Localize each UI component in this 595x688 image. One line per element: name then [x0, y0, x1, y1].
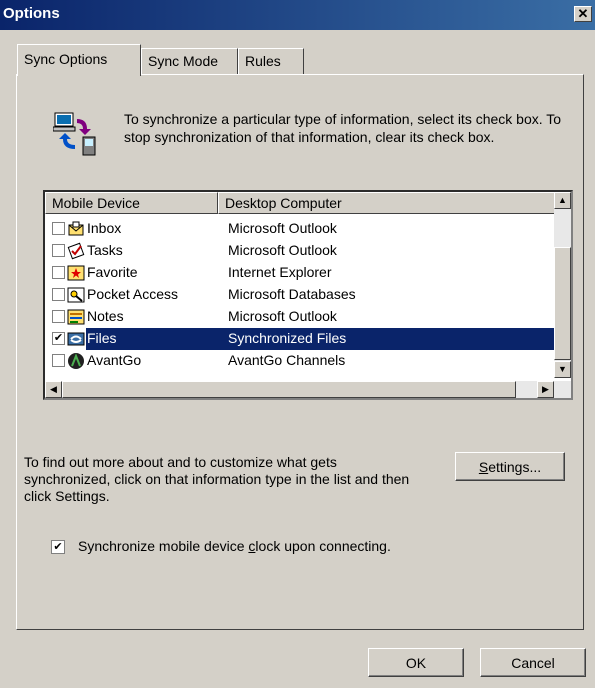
desktop-name: Internet Explorer [228, 264, 332, 280]
sync-icon [53, 112, 96, 156]
clock-sync-checkbox[interactable]: ✔ [51, 540, 65, 554]
avantgo-icon [68, 353, 84, 369]
checkbox[interactable] [52, 310, 65, 323]
desktop-name: Microsoft Databases [228, 286, 356, 302]
cancel-button[interactable]: Cancel [480, 648, 586, 677]
scroll-up-button[interactable]: ▲ [554, 192, 571, 209]
horizontal-scrollbar[interactable]: ◀ ▶ [45, 381, 571, 398]
vertical-scroll-thumb[interactable] [554, 247, 571, 360]
checkbox[interactable] [52, 222, 65, 235]
desktop-name: Synchronized Files [228, 330, 347, 346]
favorite-icon [67, 265, 85, 281]
list-item-favorite[interactable]: Favorite Internet Explorer [45, 262, 555, 284]
clock-label-before: Synchronize mobile device [78, 538, 249, 554]
settings-mnemonic: S [478, 458, 489, 475]
clock-label-after: lock upon connecting. [255, 538, 391, 554]
tasks-icon [67, 242, 85, 260]
device-name: AvantGo [87, 352, 142, 368]
list-item-tasks[interactable]: Tasks Microsoft Outlook [45, 240, 555, 262]
clock-sync-label: Synchronize mobile device clock upon con… [78, 538, 391, 554]
vertical-scrollbar[interactable]: ▲ ▼ [554, 192, 571, 378]
tab-sync-options[interactable]: Sync Options [17, 44, 141, 76]
tab-rules[interactable]: Rules [238, 48, 304, 74]
list-item-pocket-access[interactable]: Pocket Access Microsoft Databases [45, 284, 555, 306]
settings-label-rest: ettings... [488, 458, 542, 475]
desktop-name: Microsoft Outlook [228, 242, 337, 258]
column-header-desktop-computer[interactable]: Desktop Computer [218, 192, 555, 214]
arrow-down-icon: ▼ [558, 364, 567, 374]
settings-button[interactable]: Settings... [455, 452, 565, 481]
list-item-files[interactable]: ✔ Files Synchronized Files [45, 328, 555, 350]
arrow-left-icon: ◀ [50, 384, 57, 394]
device-name: Tasks [87, 242, 123, 258]
checkbox[interactable] [52, 244, 65, 257]
desktop-name: AvantGo Channels [228, 352, 346, 368]
sync-type-list[interactable]: Mobile Device Desktop Computer Inbox Mic… [43, 190, 573, 400]
window-title: Options [3, 5, 60, 22]
intro-text: To synchronize a particular type of info… [124, 111, 562, 145]
checkbox[interactable]: ✔ [52, 332, 65, 345]
pocket-access-icon [67, 287, 85, 303]
arrow-up-icon: ▲ [558, 195, 567, 205]
device-name: Favorite [87, 264, 138, 280]
device-name: Notes [87, 308, 124, 324]
device-name: Inbox [87, 220, 122, 236]
checkbox[interactable] [52, 266, 65, 279]
column-header-mobile-device[interactable]: Mobile Device [45, 192, 218, 214]
device-name: Pocket Access [87, 286, 179, 302]
inbox-icon [68, 221, 84, 236]
scroll-right-button[interactable]: ▶ [537, 381, 554, 398]
scroll-left-button[interactable]: ◀ [45, 381, 62, 398]
info-text: To find out more about and to customize … [24, 454, 410, 504]
horizontal-scroll-thumb[interactable] [62, 381, 516, 398]
checkbox[interactable] [52, 354, 65, 367]
list-item-inbox[interactable]: Inbox Microsoft Outlook [45, 218, 555, 240]
list-item-notes[interactable]: Notes Microsoft Outlook [45, 306, 555, 328]
list-item-avantgo[interactable]: AvantGo AvantGo Channels [45, 350, 555, 372]
scroll-down-button[interactable]: ▼ [554, 361, 571, 378]
files-icon [67, 332, 85, 346]
arrow-right-icon: ▶ [542, 384, 549, 394]
close-icon: ✕ [577, 6, 589, 21]
title-bar: Options ✕ [0, 0, 595, 30]
ok-button[interactable]: OK [368, 648, 464, 677]
checkbox[interactable] [52, 288, 65, 301]
close-button[interactable]: ✕ [574, 6, 592, 22]
desktop-name: Microsoft Outlook [228, 220, 337, 236]
device-name: Files [87, 330, 117, 346]
notes-icon [67, 309, 85, 325]
desktop-name: Microsoft Outlook [228, 308, 337, 324]
tab-sync-mode[interactable]: Sync Mode [141, 48, 238, 74]
